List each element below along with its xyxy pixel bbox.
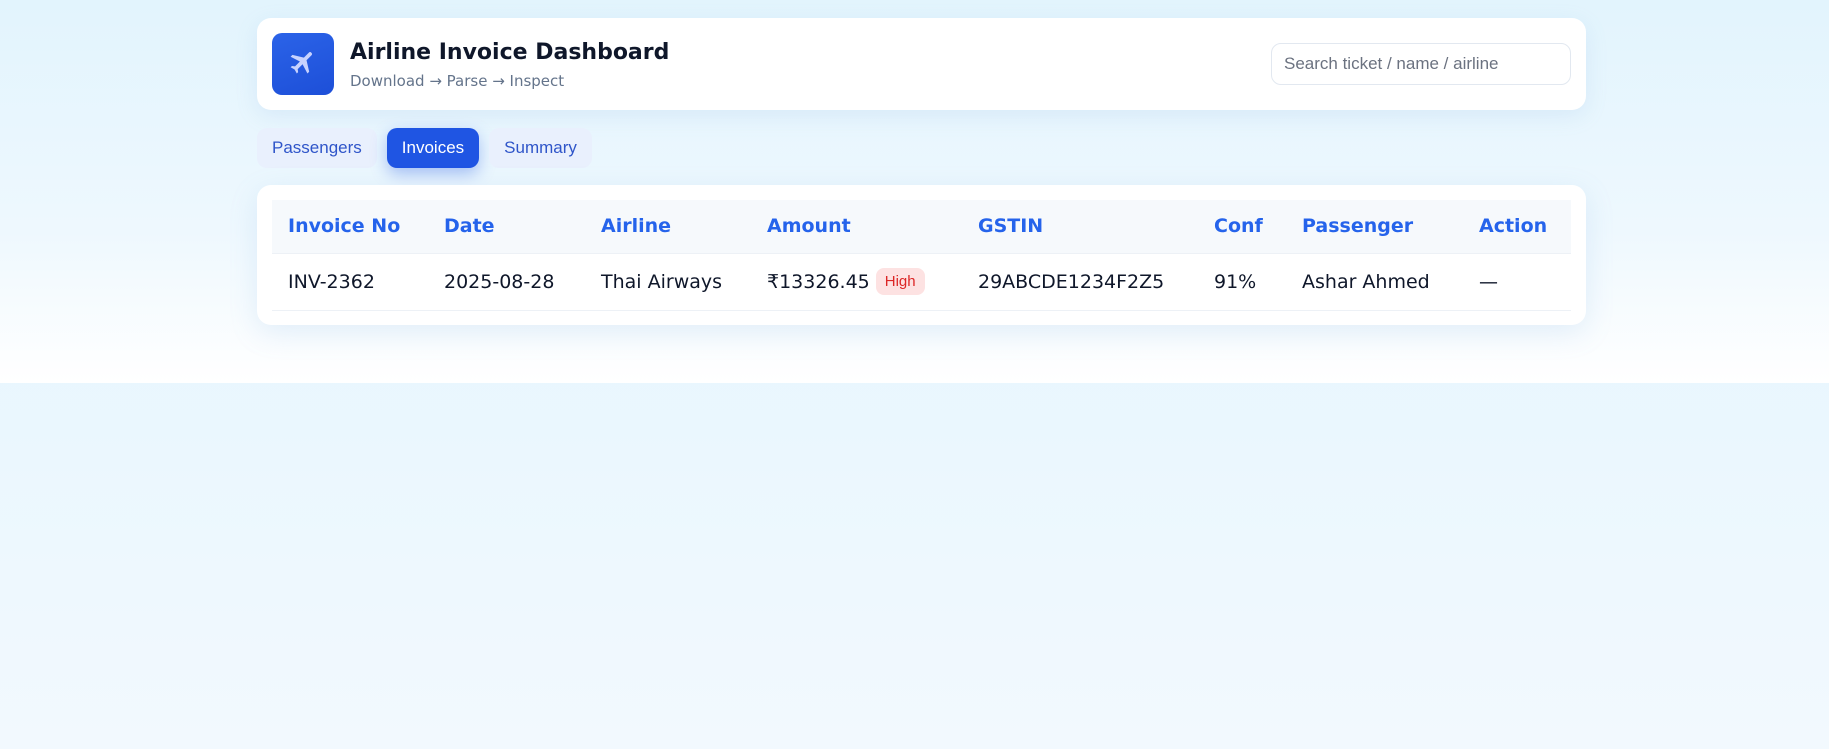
priority-badge: High <box>875 268 925 295</box>
header-card: Airline Invoice Dashboard Download → Par… <box>257 18 1586 110</box>
amount-value: ₹13326.45 <box>767 270 870 293</box>
tab-passengers[interactable]: Passengers <box>257 128 377 168</box>
cell-passenger: Ashar Ahmed <box>1286 253 1463 311</box>
dashboard-container: Airline Invoice Dashboard Download → Par… <box>257 18 1586 325</box>
cell-invoice-no: INV-2362 <box>272 253 428 311</box>
tab-invoices[interactable]: Invoices <box>386 128 480 168</box>
column-header-gstin[interactable]: GSTIN <box>962 200 1198 254</box>
tab-bar: Passengers Invoices Summary <box>257 128 592 168</box>
page-title: Airline Invoice Dashboard <box>350 40 670 65</box>
column-header-passenger[interactable]: Passenger <box>1286 200 1463 254</box>
column-header-invoice-no[interactable]: Invoice No <box>272 200 428 254</box>
column-header-conf[interactable]: Conf <box>1198 200 1286 254</box>
column-header-airline[interactable]: Airline <box>585 200 751 254</box>
cell-airline: Thai Airways <box>585 253 751 311</box>
cell-amount: ₹13326.45 High <box>751 253 962 311</box>
table-header-row: Invoice No Date Airline Amount GSTIN Con… <box>272 200 1571 254</box>
cell-gstin: 29ABCDE1234F2Z5 <box>962 253 1198 311</box>
app-logo <box>272 33 334 95</box>
column-header-amount[interactable]: Amount <box>751 200 962 254</box>
airplane-icon <box>288 47 318 81</box>
table-row[interactable]: INV-2362 2025-08-28 Thai Airways ₹13326.… <box>272 253 1571 311</box>
cell-conf: 91% <box>1198 253 1286 311</box>
invoice-table: Invoice No Date Airline Amount GSTIN Con… <box>272 200 1571 311</box>
column-header-action[interactable]: Action <box>1463 200 1571 254</box>
cell-action[interactable]: — <box>1463 253 1571 311</box>
page-subtitle: Download → Parse → Inspect <box>350 72 565 90</box>
amount-wrap: ₹13326.45 High <box>767 268 925 295</box>
tab-summary[interactable]: Summary <box>489 128 592 168</box>
invoice-table-card: Invoice No Date Airline Amount GSTIN Con… <box>257 185 1586 325</box>
cell-date: 2025-08-28 <box>428 253 585 311</box>
column-header-date[interactable]: Date <box>428 200 585 254</box>
search-input[interactable] <box>1271 43 1571 85</box>
